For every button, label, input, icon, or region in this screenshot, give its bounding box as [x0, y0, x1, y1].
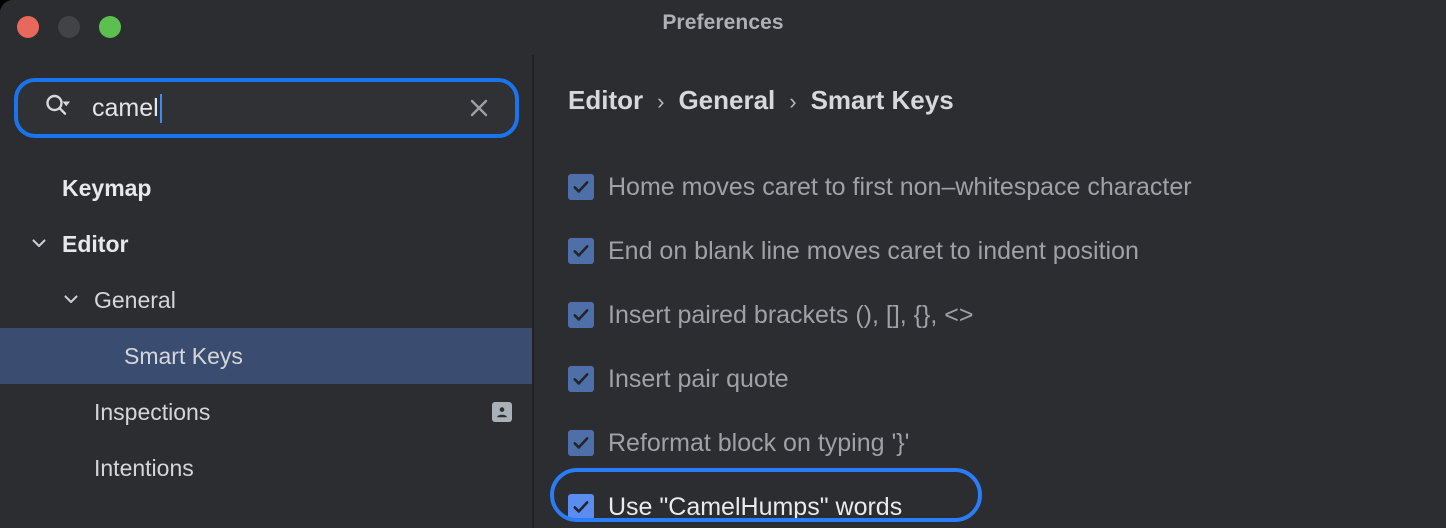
option-label: Home moves caret to first non–whitespace…: [608, 172, 1192, 201]
preferences-window: Preferences camel Keymap Editor General …: [0, 0, 1446, 528]
sidebar-item-label: Keymap: [62, 174, 152, 201]
breadcrumb-item-editor[interactable]: Editor: [568, 85, 643, 116]
text-caret: [159, 93, 162, 123]
settings-sidebar: camel Keymap Editor General Smart Keys I…: [0, 55, 532, 528]
clear-search-icon[interactable]: [466, 95, 492, 121]
breadcrumb-separator: ›: [657, 89, 665, 114]
settings-content-pane: Editor › General › Smart Keys Home moves…: [534, 55, 1446, 528]
search-icon[interactable]: [42, 91, 72, 126]
sidebar-item-label: Editor: [62, 230, 129, 257]
option-label: Insert pair quote: [608, 364, 789, 393]
option-row[interactable]: Insert paired brackets (), [], {}, <>: [534, 283, 1446, 347]
title-bar: Preferences: [0, 0, 1446, 55]
breadcrumb-item-smart-keys: Smart Keys: [810, 85, 954, 115]
settings-tree: Keymap Editor General Smart Keys Inspect…: [0, 160, 532, 496]
checkbox-checked-icon[interactable]: [568, 174, 594, 200]
breadcrumb: Editor › General › Smart Keys: [568, 85, 954, 116]
breadcrumb-item-general[interactable]: General: [678, 85, 775, 116]
window-title: Preferences: [662, 11, 784, 34]
sidebar-item-label: Smart Keys: [124, 342, 243, 369]
sidebar-item-label: Inspections: [94, 398, 211, 425]
sidebar-item-inspections[interactable]: Inspections: [0, 384, 532, 440]
search-field[interactable]: camel: [14, 78, 519, 138]
option-row[interactable]: Reformat block on typing '}': [534, 411, 1446, 475]
sidebar-item-smart-keys[interactable]: Smart Keys: [0, 328, 532, 384]
option-row-camelhumps[interactable]: Use "CamelHumps" words: [534, 475, 1446, 528]
checkbox-checked-icon[interactable]: [568, 302, 594, 328]
option-label: Use "CamelHumps" words: [608, 492, 903, 521]
option-label: Reformat block on typing '}': [608, 428, 910, 457]
option-label: Insert paired brackets (), [], {}, <>: [608, 300, 974, 329]
checkbox-checked-icon[interactable]: [568, 494, 594, 520]
sidebar-item-label: General: [94, 286, 176, 313]
option-row[interactable]: Home moves caret to first non–whitespace…: [534, 155, 1446, 219]
search-input-value: camel: [92, 93, 159, 122]
option-row[interactable]: End on blank line moves caret to indent …: [534, 219, 1446, 283]
sidebar-item-general[interactable]: General: [0, 272, 532, 328]
option-label: End on blank line moves caret to indent …: [608, 236, 1139, 265]
checkbox-checked-icon[interactable]: [568, 238, 594, 264]
option-row[interactable]: Insert pair quote: [534, 347, 1446, 411]
smart-keys-option-list: Home moves caret to first non–whitespace…: [534, 155, 1446, 528]
checkbox-checked-icon[interactable]: [568, 430, 594, 456]
profile-badge-icon: [492, 402, 512, 422]
sidebar-item-editor[interactable]: Editor: [0, 216, 532, 272]
chevron-down-icon[interactable]: [62, 287, 80, 314]
sidebar-item-keymap[interactable]: Keymap: [0, 160, 532, 216]
search-input-value-wrap[interactable]: camel: [92, 93, 162, 123]
checkbox-checked-icon[interactable]: [568, 366, 594, 392]
sidebar-item-label: Intentions: [94, 454, 194, 481]
sidebar-item-intentions[interactable]: Intentions: [0, 440, 532, 496]
breadcrumb-separator: ›: [789, 89, 797, 114]
chevron-down-icon[interactable]: [30, 231, 48, 258]
